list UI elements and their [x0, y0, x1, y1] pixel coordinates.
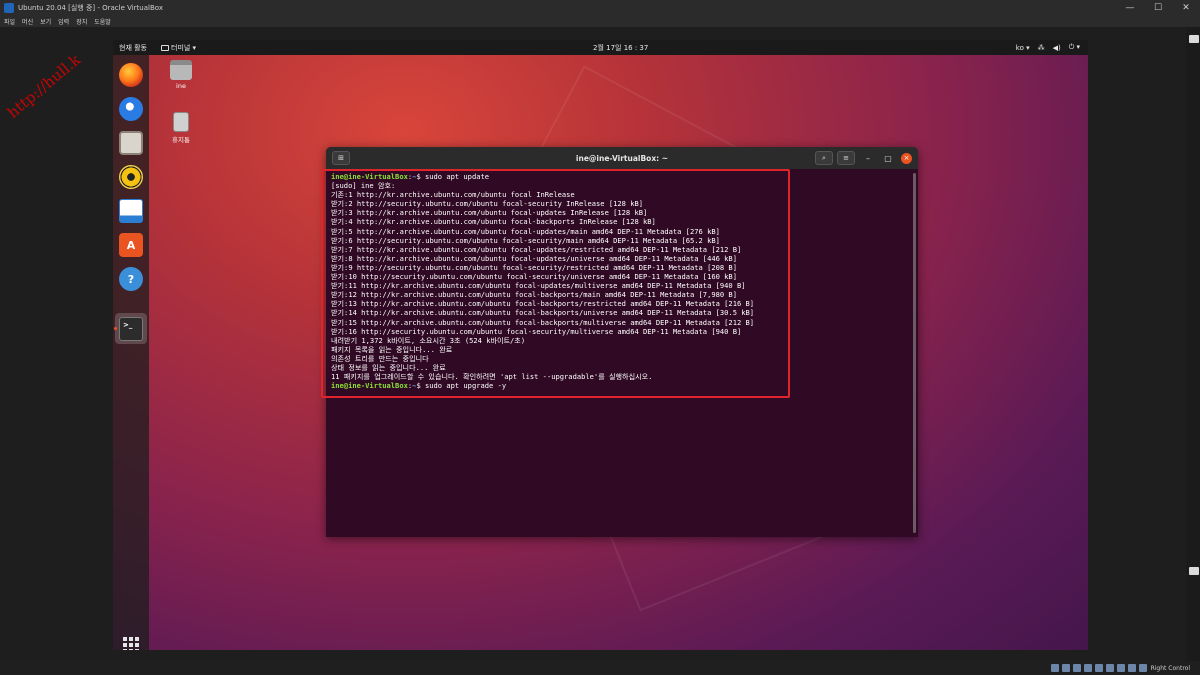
- terminal-output-line: 받기:10 http://security.ubuntu.com/ubuntu …: [331, 272, 737, 282]
- optical-status-icon[interactable]: [1061, 664, 1070, 672]
- vm-display[interactable]: 현재 활동 터미널 ▾ 2월 17일 16 : 37 ko ▾ ⁂ ◀) ⏻ ▾…: [113, 40, 1088, 650]
- terminal-output-line: 받기:3 http://kr.archive.ubuntu.com/ubuntu…: [331, 208, 648, 218]
- terminal-headerbar[interactable]: ⊞ ine@ine-VirtualBox: ~ ⌕ ≡ – ▢ ×: [326, 147, 918, 169]
- terminal-prompt-line: ine@ine-VirtualBox:~$ sudo apt upgrade -…: [331, 381, 913, 390]
- command-text: $ sudo apt upgrade -y: [416, 381, 507, 391]
- gnome-topbar: 현재 활동 터미널 ▾ 2월 17일 16 : 37 ko ▾ ⁂ ◀) ⏻ ▾: [113, 40, 1088, 55]
- terminal-output-line: 받기:6 http://security.ubuntu.com/ubuntu f…: [331, 235, 720, 245]
- terminal-output-line: 받기:12 http://kr.archive.ubuntu.com/ubunt…: [331, 290, 737, 300]
- menu-file[interactable]: 파일: [0, 17, 18, 26]
- terminal-output-line: 상태 정보를 읽는 중입니다... 완료: [331, 362, 446, 372]
- terminal-output-line: 받기:4 http://kr.archive.ubuntu.com/ubuntu…: [331, 217, 656, 227]
- network-icon[interactable]: ⁂: [1038, 44, 1045, 52]
- search-button[interactable]: ⌕: [815, 151, 833, 165]
- desktop-trash[interactable]: 휴지통: [164, 112, 198, 144]
- app-menu-label: 터미널 ▾: [171, 43, 197, 52]
- terminal-output-line: 받기:9 http://security.ubuntu.com/ubuntu f…: [331, 262, 737, 272]
- terminal-output-line: 받기:13 http://kr.archive.ubuntu.com/ubunt…: [331, 299, 755, 309]
- files-icon[interactable]: [119, 131, 143, 155]
- virtualbox-statusbar: Right Control: [0, 661, 1200, 675]
- terminal-close-button[interactable]: ×: [901, 152, 912, 164]
- hamburger-menu-button[interactable]: ≡: [837, 151, 855, 165]
- terminal-output-line: 받기:5 http://kr.archive.ubuntu.com/ubuntu…: [331, 226, 720, 236]
- minimize-button[interactable]: —: [1116, 3, 1144, 13]
- power-icon[interactable]: ⏻ ▾: [1069, 43, 1080, 52]
- terminal-mini-icon: [161, 44, 169, 51]
- menu-input[interactable]: 입력: [54, 17, 72, 26]
- prompt-user-host: ine@ine-VirtualBox: [331, 172, 408, 181]
- rail-indicator: [1189, 35, 1199, 43]
- shared-folder-status-icon[interactable]: [1105, 664, 1114, 672]
- clock[interactable]: 2월 17일 16 : 37: [593, 43, 648, 53]
- terminal-output-line: 패키지 목록을 읽는 중입니다... 완료: [331, 344, 453, 354]
- show-applications-button[interactable]: [123, 637, 139, 650]
- usb-status-icon[interactable]: [1094, 664, 1103, 672]
- activities-button[interactable]: 현재 활동: [119, 43, 147, 53]
- terminal-output-line: 받기:14 http://kr.archive.ubuntu.com/ubunt…: [331, 308, 755, 318]
- rhythmbox-icon[interactable]: [119, 165, 143, 189]
- input-language[interactable]: ko ▾: [1016, 44, 1030, 52]
- running-indicator: [114, 327, 117, 330]
- terminal-output-line: 받기:15 http://kr.archive.ubuntu.com/ubunt…: [331, 317, 755, 327]
- menu-devices[interactable]: 장치: [72, 17, 90, 26]
- close-button[interactable]: ✕: [1172, 3, 1200, 13]
- libreoffice-writer-icon[interactable]: [119, 199, 143, 223]
- recording-status-icon[interactable]: [1127, 664, 1136, 672]
- terminal-output-line: 받기:16 http://security.ubuntu.com/ubuntu …: [331, 326, 742, 336]
- firefox-icon[interactable]: [119, 63, 143, 87]
- host-key-label: Right Control: [1150, 664, 1190, 672]
- terminal-output-line: 받기:11 http://kr.archive.ubuntu.com/ubunt…: [331, 281, 746, 291]
- menu-machine[interactable]: 머신: [18, 17, 36, 26]
- desktop-trash-label: 휴지통: [172, 136, 190, 144]
- help-icon[interactable]: ?: [119, 267, 143, 291]
- terminal-output-line: 받기:8 http://kr.archive.ubuntu.com/ubuntu…: [331, 253, 737, 263]
- thunderbird-icon[interactable]: [119, 97, 143, 121]
- dock: A ? >_: [113, 55, 149, 650]
- terminal-output-line: 받기:2 http://security.ubuntu.com/ubuntu f…: [331, 199, 644, 209]
- terminal-output-line: 기존:1 http://kr.archive.ubuntu.com/ubuntu…: [331, 190, 575, 200]
- virtualbox-titlebar: Ubuntu 20.04 [실행 중] - Oracle VirtualBox …: [0, 0, 1200, 15]
- app-menu[interactable]: 터미널 ▾: [161, 43, 196, 53]
- menu-view[interactable]: 보기: [36, 17, 54, 26]
- home-folder-icon: [170, 60, 192, 80]
- volume-icon[interactable]: ◀): [1053, 44, 1061, 52]
- menu-help[interactable]: 도움말: [90, 17, 114, 26]
- hdd-status-icon[interactable]: [1050, 664, 1059, 672]
- display-status-icon[interactable]: [1116, 664, 1125, 672]
- mouse-status-icon[interactable]: [1138, 664, 1147, 672]
- terminal-minimize-button[interactable]: –: [861, 151, 875, 165]
- terminal-output[interactable]: ine@ine-VirtualBox:~$ sudo apt update [su…: [326, 169, 918, 537]
- maximize-button[interactable]: ☐: [1144, 3, 1172, 13]
- prompt-user-host: ine@ine-VirtualBox: [331, 381, 408, 391]
- terminal-maximize-button[interactable]: ▢: [881, 151, 895, 165]
- trash-icon: [173, 112, 189, 132]
- command-text: $ sudo apt update: [416, 172, 490, 181]
- new-tab-button[interactable]: ⊞: [332, 151, 350, 165]
- software-center-icon[interactable]: A: [119, 233, 143, 257]
- audio-status-icon[interactable]: [1072, 664, 1081, 672]
- virtualbox-menubar: 파일 머신 보기 입력 장치 도움말: [0, 15, 1200, 27]
- terminal-output-line: 내려받기 1,372 k바이트, 소요시간 3초 (524 k바이트/초): [331, 335, 526, 345]
- system-tray[interactable]: ko ▾ ⁂ ◀) ⏻ ▾: [1016, 43, 1080, 52]
- window-controls: — ☐ ✕: [1116, 3, 1200, 13]
- virtualbox-logo-icon: [4, 2, 14, 13]
- terminal-output-line: 의존성 트리를 만드는 중입니다: [331, 353, 429, 363]
- desktop-home-folder[interactable]: ine: [164, 60, 198, 90]
- window-title: Ubuntu 20.04 [실행 중] - Oracle VirtualBox: [18, 3, 163, 12]
- virtualbox-side-rail: [1186, 27, 1200, 661]
- network-status-icon[interactable]: [1083, 664, 1092, 672]
- terminal-window[interactable]: ⊞ ine@ine-VirtualBox: ~ ⌕ ≡ – ▢ × ine@in…: [326, 147, 918, 537]
- terminal-icon[interactable]: >_: [119, 317, 143, 341]
- terminal-scrollbar[interactable]: [913, 173, 916, 533]
- terminal-output-line: [sudo] ine 암호:: [331, 181, 396, 191]
- desktop-home-label: ine: [176, 82, 186, 90]
- terminal-output-line: 받기:7 http://kr.archive.ubuntu.com/ubuntu…: [331, 244, 742, 254]
- watermark-text: http://hull.k: [4, 50, 84, 122]
- terminal-output-line: 11 패키지를 업그레이드할 수 있습니다. 확인하려면 'apt list -…: [331, 372, 653, 382]
- terminal-prompt-line: ine@ine-VirtualBox:~$ sudo apt update: [331, 172, 913, 181]
- rail-indicator: [1189, 567, 1199, 575]
